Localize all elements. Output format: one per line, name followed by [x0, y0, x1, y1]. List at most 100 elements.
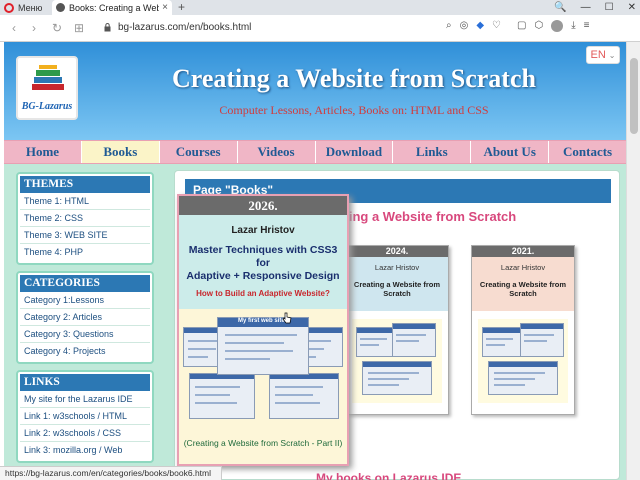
book-author: Lazar Hristov	[500, 263, 546, 272]
site-header: BG-Lazarus Creating a Website from Scrat…	[4, 42, 626, 140]
menu-item-courses[interactable]: Courses	[160, 141, 238, 163]
theme-link[interactable]: Theme 2: CSS	[20, 210, 150, 227]
menu-item-about-us[interactable]: About Us	[471, 141, 550, 163]
opera-logo-icon	[4, 2, 14, 13]
avatar-icon[interactable]	[551, 20, 564, 32]
page-scrollbar[interactable]	[626, 42, 640, 480]
main-menu: Home Books Courses Videos Download Links…	[4, 140, 626, 164]
book-screenshot-image	[352, 319, 442, 403]
shot-thumb	[356, 327, 396, 357]
categories-heading: CATEGORIES	[20, 275, 150, 292]
language-value: EN	[590, 49, 606, 61]
menu-item-contacts[interactable]: Contacts	[549, 141, 626, 163]
lock-icon	[104, 23, 111, 32]
theme-link[interactable]: Theme 4: PHP	[20, 244, 150, 261]
popup-question: How to Build an Adaptive Website?	[196, 289, 330, 298]
category-link[interactable]: Category 1:Lessons	[20, 292, 150, 309]
back-icon[interactable]: ‹	[12, 21, 16, 35]
theme-link[interactable]: Theme 3: WEB SITE	[20, 227, 150, 244]
popup-year: 2026.	[179, 196, 347, 215]
site-subtitle: Computer Lessons, Articles, Books on: HT…	[219, 103, 489, 117]
site-title: Creating a Website from Scratch	[172, 64, 536, 93]
sidebar: THEMES Theme 1: HTML Theme 2: CSS Theme …	[16, 172, 154, 469]
opera-menu-button[interactable]: Меню	[4, 1, 42, 14]
category-link[interactable]: Category 2: Articles	[20, 309, 150, 326]
external-link[interactable]: Link 1: w3schools / HTML	[20, 408, 150, 425]
language-select[interactable]: EN ⌄	[586, 46, 620, 64]
shot-thumb	[269, 373, 339, 419]
address-bar: ‹ › ↻ ⊞ bg-lazarus.com/en/books.html ⌕ ◎…	[0, 15, 640, 42]
popup-author: Lazar Hristov	[231, 225, 295, 236]
address-actions: ⌕ ◎ ◆ ♡ ▢ ⬡ ⤓ ≡	[446, 20, 589, 32]
book-year: 2024.	[346, 246, 448, 257]
download-icon[interactable]: ⤓	[571, 20, 575, 32]
tab-close-icon[interactable]: ×	[162, 2, 168, 13]
links-heading: LINKS	[20, 374, 150, 391]
shot-thumb	[362, 361, 432, 395]
grid-icon[interactable]: ⊞	[74, 21, 84, 35]
shot-thumb-main: My first web site	[217, 317, 309, 375]
tab-title: Books: Creating a Website	[69, 2, 160, 13]
menu-item-links[interactable]: Links	[393, 141, 472, 163]
window-controls: 🔍 — ☐ ✕	[554, 0, 636, 15]
section-heading-lazarus: My books on Lazarus IDE	[316, 471, 462, 480]
search-tabs-icon[interactable]: 🔍	[554, 0, 566, 15]
book-year: 2021.	[472, 246, 574, 257]
forward-icon[interactable]: ›	[32, 21, 36, 35]
category-link[interactable]: Category 4: Projects	[20, 343, 150, 360]
book-cover-top: Lazar Hristov Creating a Website from Sc…	[472, 257, 574, 311]
search-icon[interactable]: ⌕	[446, 20, 452, 32]
camera-icon[interactable]: ◎	[460, 20, 469, 32]
menu-item-home[interactable]: Home	[4, 141, 82, 163]
book-title: Creating a Website from Scratch	[353, 280, 441, 298]
snapshot-icon[interactable]: ⬡	[534, 20, 543, 32]
links-box: LINKS My site for the Lazarus IDE Link 1…	[16, 370, 154, 463]
menu-lines-icon[interactable]: ≡	[584, 20, 590, 32]
page-subtitle: reating a Website from Scratch	[325, 209, 517, 224]
shot-thumb	[482, 327, 522, 357]
external-link[interactable]: Link 3: mozilla.org / Web	[20, 442, 150, 459]
minimize-icon[interactable]: —	[581, 0, 591, 15]
external-link[interactable]: My site for the Lazarus IDE	[20, 391, 150, 408]
extensions-icon[interactable]: ▢	[517, 20, 526, 32]
book-card-2024[interactable]: 2024. Lazar Hristov Creating a Website f…	[345, 245, 449, 415]
popup-caption: (Creating a Website from Scratch - Part …	[183, 438, 343, 448]
category-link[interactable]: Category 3: Questions	[20, 326, 150, 343]
book-author: Lazar Hristov	[374, 263, 420, 272]
menu-item-videos[interactable]: Videos	[238, 141, 316, 163]
reload-icon[interactable]: ↻	[52, 21, 62, 35]
popup-screenshot-image: My first web site	[181, 313, 345, 425]
tab-favicon-icon	[56, 3, 65, 12]
shot-thumb	[189, 373, 255, 419]
shot-thumb	[392, 323, 436, 357]
heart-icon[interactable]: ♡	[492, 20, 501, 32]
scroll-thumb[interactable]	[630, 58, 638, 134]
popup-cover-top: Lazar Hristov Master Techniques with CSS…	[179, 215, 347, 309]
popup-title-line2: Adaptive + Responsive Design	[186, 270, 340, 282]
book-title: Creating a Website from Scratch	[479, 280, 567, 298]
categories-box: CATEGORIES Category 1:Lessons Category 2…	[16, 271, 154, 364]
menu-item-books[interactable]: Books	[81, 141, 160, 163]
menu-item-download[interactable]: Download	[316, 141, 394, 163]
shot-thumb	[488, 361, 558, 395]
shot-thumb	[520, 323, 564, 357]
status-bar-url: https://bg-lazarus.com/en/categories/boo…	[0, 466, 222, 480]
hand-cursor-icon	[282, 312, 292, 324]
book-card-2021[interactable]: 2021. Lazar Hristov Creating a Website f…	[471, 245, 575, 415]
shield-icon[interactable]: ◆	[476, 20, 484, 32]
external-link[interactable]: Link 2: w3schools / CSS	[20, 425, 150, 442]
popup-title-line1: Master Techniques with CSS3 for	[188, 244, 338, 269]
close-window-icon[interactable]: ✕	[628, 0, 636, 15]
themes-box: THEMES Theme 1: HTML Theme 2: CSS Theme …	[16, 172, 154, 265]
opera-menu-label: Меню	[18, 2, 43, 13]
book-popup-2026[interactable]: 2026. Lazar Hristov Master Techniques wi…	[177, 194, 349, 466]
url-field[interactable]: bg-lazarus.com/en/books.html	[118, 22, 251, 33]
maximize-icon[interactable]: ☐	[605, 0, 614, 15]
theme-link[interactable]: Theme 1: HTML	[20, 193, 150, 210]
new-tab-button[interactable]: +	[178, 0, 185, 15]
themes-heading: THEMES	[20, 176, 150, 193]
tab-books[interactable]: Books: Creating a Website ×	[52, 0, 172, 15]
books-logo-icon	[32, 65, 64, 90]
shot-label: My first web site	[238, 318, 285, 324]
site-logo[interactable]: BG-Lazarus	[16, 56, 78, 120]
